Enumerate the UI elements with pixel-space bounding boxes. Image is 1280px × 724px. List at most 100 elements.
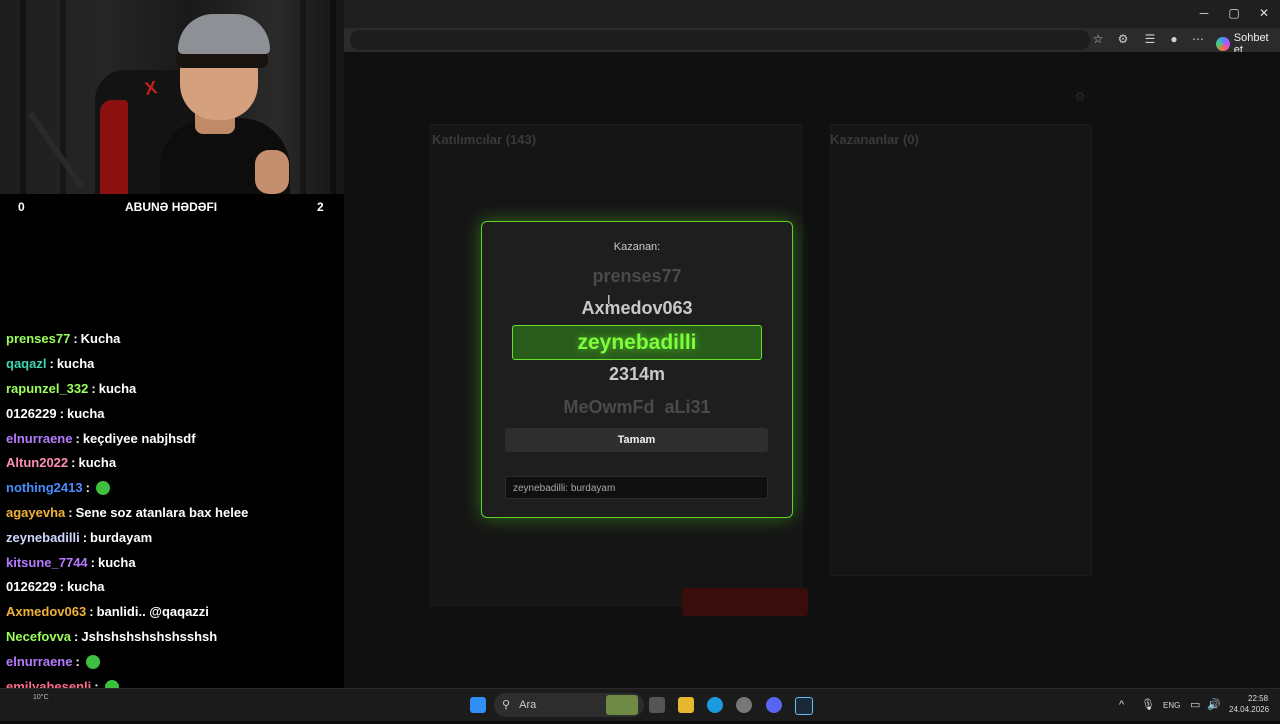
chat-username[interactable]: elnurraene <box>6 653 72 671</box>
modal-title: Kazanan: <box>613 241 661 253</box>
chat-emote-icon <box>95 481 110 496</box>
selected-winner: zeynebadilli <box>512 325 762 360</box>
chat-separator: : <box>49 356 54 372</box>
chat-username[interactable]: kitsune_7744 <box>6 554 88 572</box>
subscriber-goal-bar: 0 ABUNƏ HƏDƏFI 2 <box>0 194 344 220</box>
winner-modal: Kazanan: prenses77 Axmedov063 zeynebadil… <box>481 221 793 518</box>
chat-text: Jshshshshshshsshsh <box>81 628 218 644</box>
microphone-icon[interactable]: 🎙 <box>1141 698 1155 711</box>
chat-username[interactable]: qaqazl <box>6 355 46 373</box>
mic-arm <box>27 111 85 189</box>
close-button[interactable]: ✕ <box>1256 6 1272 20</box>
chat-separator: : <box>73 331 78 347</box>
chat-username[interactable]: 0126229 <box>6 405 57 423</box>
chat-username[interactable]: nothing2413 <box>6 479 83 497</box>
ok-button[interactable]: Tamam <box>505 428 768 452</box>
browser-toolbar: ☆ ⚙ ☰ ● ⋯ Sohbet et <box>344 28 1280 56</box>
webcam-feed: X <box>0 0 344 194</box>
weather-temp: 10°C <box>33 694 49 701</box>
chat-separator: : <box>59 405 64 421</box>
search-highlight-icon[interactable] <box>606 695 638 715</box>
windows-taskbar: 10°C ⚲ Ara ^ 🎙 ENG ▭ 🔊 22:58 24.04.2026 <box>0 688 1280 721</box>
chrome-icon[interactable] <box>736 697 752 713</box>
chat-message: elnurraene : keçdiyee nabjhsdf <box>6 426 342 451</box>
text-cursor-icon: I <box>607 292 611 307</box>
file-explorer-icon[interactable] <box>678 697 694 713</box>
chat-username[interactable]: rapunzel_332 <box>6 380 88 398</box>
address-bar[interactable] <box>350 30 1090 50</box>
stop-button[interactable] <box>682 588 808 616</box>
chat-separator: : <box>82 529 88 545</box>
chat-list: prenses77 : Kucha qaqazl : kucha rapunzel_33… <box>6 327 342 724</box>
chat-text: kucha <box>66 405 105 421</box>
goal-target: 2 <box>317 200 324 214</box>
chat-username[interactable]: elnurraene <box>6 430 72 448</box>
chat-separator: : <box>74 628 79 644</box>
name-slot-4: 2314m <box>608 364 666 384</box>
chat-message: 0126229 : kucha <box>6 401 342 426</box>
chat-message: Necefovva : Jshshshshshshsshsh <box>6 625 342 650</box>
chat-message: agayevha : Sene soz atanlara bax helee <box>6 501 342 526</box>
winners-panel <box>830 124 1092 576</box>
settings-icon[interactable]: ⚙ <box>1072 90 1088 104</box>
chat-username[interactable]: Altun2022 <box>6 454 68 472</box>
volume-icon[interactable]: 🔊 <box>1207 698 1221 711</box>
chat-separator: : <box>71 455 76 471</box>
chat-username[interactable]: prenses77 <box>6 330 70 348</box>
chat-message: elnurraene : <box>6 649 342 674</box>
chat-username[interactable]: 0126229 <box>6 578 57 596</box>
favorite-star-icon[interactable]: ☆ <box>1090 32 1106 46</box>
chat-message: rapunzel_332 : kucha <box>6 377 342 402</box>
start-menu-icon[interactable] <box>470 697 486 713</box>
search-label: Ara <box>519 699 537 711</box>
chat-username[interactable]: Necefovva <box>6 628 71 646</box>
chat-message: 0126229 : kucha <box>6 575 342 600</box>
network-icon[interactable]: ▭ <box>1190 698 1200 711</box>
steam-icon[interactable] <box>795 697 813 715</box>
chat-text: keçdiyee nabjhsdf <box>82 430 196 446</box>
discord-icon[interactable] <box>766 697 782 713</box>
chat-text: kucha <box>98 380 137 396</box>
chat-message: qaqazl : kucha <box>6 352 342 377</box>
chat-message: kitsune_7744 : kucha <box>6 550 342 575</box>
chat-separator: : <box>91 380 96 396</box>
extensions-icon[interactable]: ⚙ <box>1115 32 1131 46</box>
chat-message: nothing2413 : <box>6 476 342 501</box>
stream-overlay: X 0 ABUNƏ HƏDƏFI 2 prenses77 : Kucha qaqaz… <box>0 0 344 718</box>
copilot-icon <box>1216 37 1230 51</box>
name-slot-1: prenses77 <box>592 266 682 286</box>
chat-message: Altun2022 : kucha <box>6 451 342 476</box>
chat-username[interactable]: zeynebadilli <box>6 529 80 547</box>
winner-message-field[interactable]: zeynebadilli: burdayam <box>505 476 768 499</box>
edge-browser-icon[interactable] <box>707 697 723 713</box>
chat-text: kucha <box>66 579 105 595</box>
chat-text: kucha <box>78 455 117 471</box>
chat-message: zeynebadilli : burdayam <box>6 525 342 550</box>
chat-username[interactable]: Axmedov063 <box>6 603 86 621</box>
chat-separator: : <box>85 480 90 496</box>
chat-message: Axmedov063 : banlidi.. @qaqazzi <box>6 600 342 625</box>
streamer-cap <box>178 14 270 54</box>
chat-message: prenses77 : Kucha <box>6 327 342 352</box>
maximize-button[interactable]: ▢ <box>1226 6 1242 20</box>
chat-separator: : <box>89 604 94 620</box>
browser-titlebar: ─ ▢ ✕ <box>344 0 1280 28</box>
task-view-icon[interactable] <box>649 697 665 713</box>
tray-chevron-icon[interactable]: ^ <box>1119 699 1124 711</box>
chat-separator: : <box>90 554 96 570</box>
favorites-icon[interactable]: ☰ <box>1142 32 1158 46</box>
chat-text: burdayam <box>90 529 153 545</box>
clock-date[interactable]: 24.04.2026 <box>1229 705 1269 714</box>
chat-text: Kucha <box>80 331 121 347</box>
participants-title: Katılımcılar (143) <box>432 132 537 147</box>
chat-username[interactable]: agayevha <box>6 504 65 522</box>
profile-icon[interactable]: ● <box>1166 32 1182 46</box>
language-indicator[interactable]: ENG <box>1163 701 1180 710</box>
selected-winner-name: zeynebadilli <box>577 331 697 354</box>
clock-time[interactable]: 22:58 <box>1248 694 1268 703</box>
chat-separator: : <box>68 504 73 520</box>
chat-separator: : <box>59 579 64 595</box>
minimize-button[interactable]: ─ <box>1196 6 1212 20</box>
more-menu-icon[interactable]: ⋯ <box>1190 32 1206 46</box>
chat-emote-icon <box>85 654 100 669</box>
